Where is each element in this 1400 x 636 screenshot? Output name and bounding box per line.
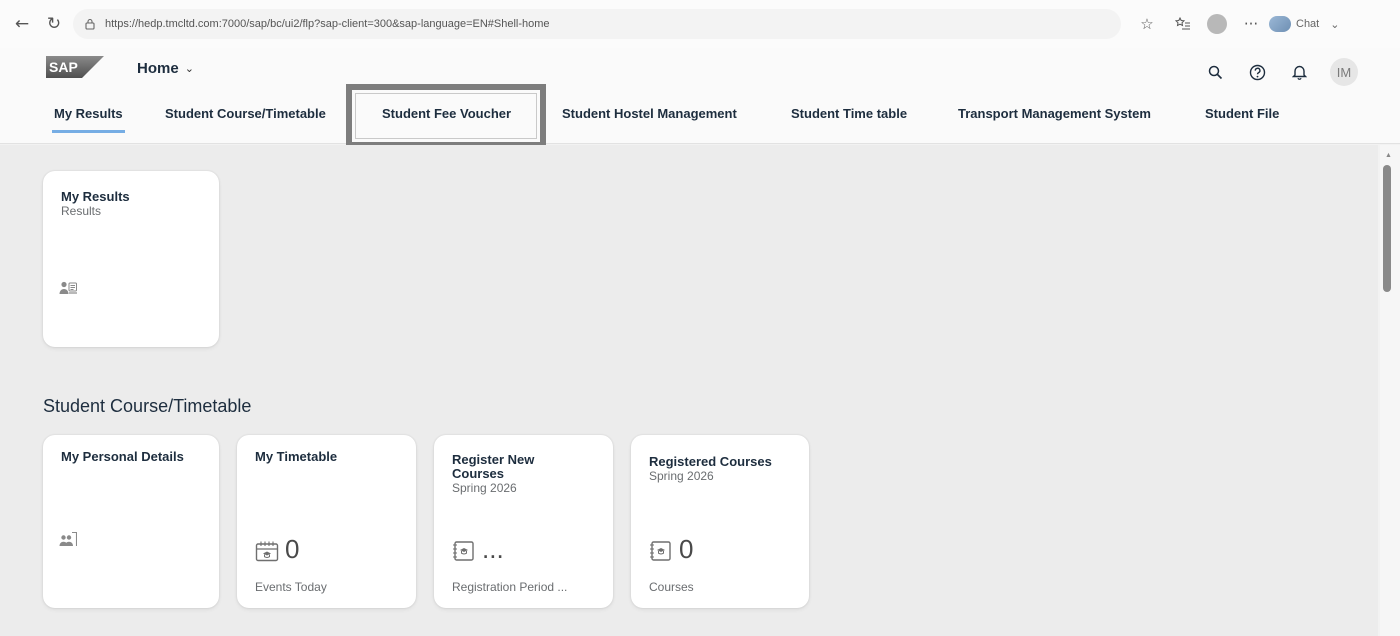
tab-student-course-timetable[interactable]: Student Course/Timetable <box>165 106 326 121</box>
tile-registered-courses[interactable]: Registered Courses Spring 2026 0 Courses <box>631 435 809 608</box>
profile-avatar <box>1207 14 1227 34</box>
lock-icon <box>83 17 97 31</box>
tile-footer: Courses <box>649 580 694 594</box>
tile-my-personal-details[interactable]: My Personal Details <box>43 435 219 608</box>
student-grades-icon <box>59 281 77 294</box>
tile-my-results[interactable]: My Results Results <box>43 171 219 347</box>
tile-subtitle: Spring 2026 <box>649 469 714 483</box>
scrollbar-thumb[interactable] <box>1383 165 1391 292</box>
tab-student-hostel-management[interactable]: Student Hostel Management <box>562 106 737 121</box>
tile-footer: Registration Period ... <box>452 580 568 594</box>
more-options-icon[interactable]: ··· <box>1237 10 1265 38</box>
profile-icon[interactable] <box>1203 10 1231 38</box>
chat-button[interactable]: Chat ⌄ <box>1269 16 1339 32</box>
tab-transport-management-system[interactable]: Transport Management System <box>958 106 1151 121</box>
tile-subtitle: Results <box>61 204 102 218</box>
chat-label: Chat <box>1296 18 1320 30</box>
tile-title: My Results <box>61 189 130 204</box>
tab-student-time-table[interactable]: Student Time table <box>791 106 907 121</box>
svg-text:SAP: SAP <box>49 59 78 75</box>
sap-logo[interactable]: SAP <box>46 56 104 78</box>
tile-title: My Timetable <box>255 449 338 464</box>
tile-title: Registered Courses <box>649 454 772 469</box>
kpi-value: 0 <box>285 534 300 564</box>
reload-icon[interactable]: ↻ <box>41 11 67 37</box>
chevron-down-icon: ⌄ <box>184 63 194 75</box>
favorites-list-icon[interactable] <box>1169 10 1197 38</box>
shell-header: SAP Home ⌄ IM My Results Student Course/… <box>0 48 1400 144</box>
tile-footer: Events Today <box>255 580 327 594</box>
address-bar[interactable]: https://hedp.tmcltd.com:7000/sap/bc/ui2/… <box>73 9 1121 39</box>
tab-highlight-inner-frame <box>355 93 537 139</box>
home-label: Home <box>137 60 179 77</box>
scroll-up-arrow-icon[interactable]: ▲ <box>1385 152 1392 159</box>
chevron-down-icon: ⌄ <box>1330 18 1340 31</box>
home-menu[interactable]: Home ⌄ <box>137 60 194 77</box>
tile-my-timetable[interactable]: My Timetable 0 Events Today <box>237 435 416 608</box>
course-book-icon <box>650 541 671 561</box>
notifications-bell-icon[interactable] <box>1288 61 1310 83</box>
tile-register-new-courses[interactable]: Register New Courses Spring 2026 ... Reg… <box>434 435 613 608</box>
url-text: https://hedp.tmcltd.com:7000/sap/bc/ui2/… <box>105 18 550 30</box>
tab-student-file[interactable]: Student File <box>1205 106 1279 121</box>
kpi-value: 0 <box>679 534 694 564</box>
section-title: Student Course/Timetable <box>43 396 252 416</box>
back-arrow-icon[interactable]: ← <box>9 11 35 37</box>
help-icon[interactable] <box>1246 61 1268 83</box>
user-avatar[interactable]: IM <box>1330 58 1358 86</box>
copilot-logo-icon <box>1269 16 1291 32</box>
tab-bar: My Results Student Course/Timetable Stud… <box>0 92 1400 144</box>
course-book-icon <box>453 541 474 561</box>
tab-my-results[interactable]: My Results <box>52 106 125 133</box>
search-icon[interactable] <box>1204 61 1226 83</box>
personal-details-icon <box>59 531 77 546</box>
kpi-value: ... <box>482 534 504 564</box>
browser-toolbar: ← ↻ https://hedp.tmcltd.com:7000/sap/bc/… <box>0 0 1400 48</box>
calendar-icon <box>255 541 279 562</box>
tile-title: My Personal Details <box>61 449 184 464</box>
tile-title: Register New Courses <box>452 452 535 481</box>
favorite-star-icon[interactable]: ☆ <box>1133 10 1161 38</box>
tile-subtitle: Spring 2026 <box>452 481 517 495</box>
